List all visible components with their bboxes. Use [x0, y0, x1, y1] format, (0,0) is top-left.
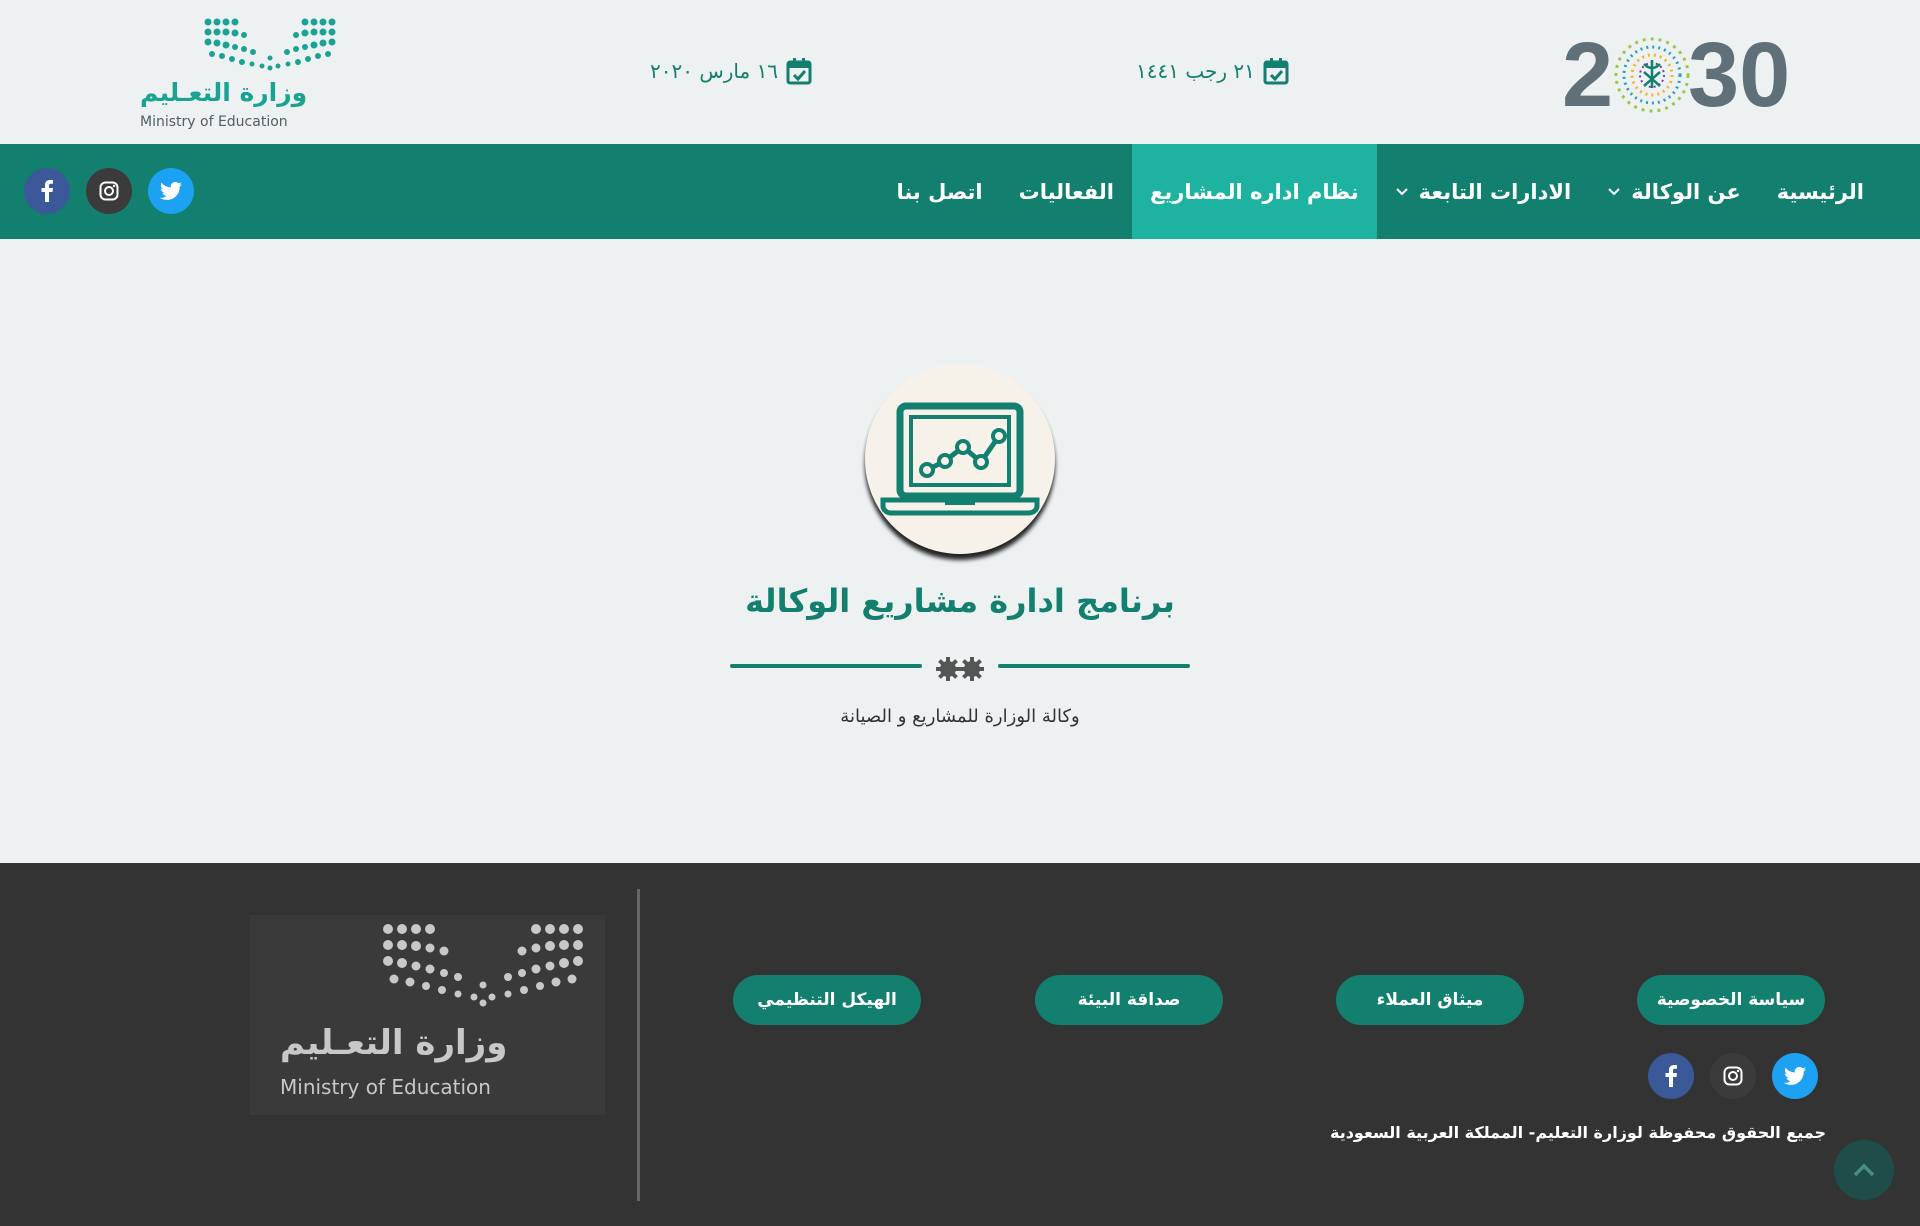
header-social-links [24, 168, 194, 214]
nav-item-events[interactable]: الفعاليات [1001, 144, 1132, 239]
nav-item-contact[interactable]: اتصل بنا [878, 144, 1000, 239]
hero-icon-circle [865, 364, 1055, 554]
twitter-icon [160, 182, 182, 200]
gregorian-date-text: ١٦ مارس ٢٠٢٠ [650, 59, 779, 83]
twitter-link[interactable] [148, 168, 194, 214]
facebook-icon [41, 180, 53, 202]
page-subtitle: وكالة الوزارة للمشاريع و الصيانة [840, 706, 1080, 727]
footer-logo-english: Ministry of Education [280, 1075, 491, 1099]
hijri-date-text: ٢١ رجب ١٤٤١ [1136, 59, 1255, 83]
environment-friendly-button[interactable]: صداقة البيئة [1035, 975, 1223, 1025]
org-structure-button[interactable]: الهيكل التنظيمي [733, 975, 921, 1025]
chevron-up-icon [1853, 1163, 1875, 1177]
customer-charter-button[interactable]: ميثاق العملاء [1336, 975, 1524, 1025]
nav-item-departments[interactable]: الادارات التابعة [1377, 144, 1590, 239]
instagram-link[interactable] [1710, 1053, 1756, 1099]
facebook-icon [1665, 1065, 1677, 1087]
vision-2030-logo[interactable]: 2 30 [1560, 24, 1800, 126]
footer-divider [637, 889, 640, 1201]
gears-icon [936, 657, 984, 681]
footer-social-links [1648, 1053, 1818, 1099]
nav-item-project-management[interactable]: نظام اداره المشاريع [1132, 144, 1377, 239]
main-navbar: الرئيسية عن الوكالة الادارات التابعة نظا… [0, 144, 1920, 239]
facebook-link[interactable] [1648, 1053, 1694, 1099]
nav-item-label: نظام اداره المشاريع [1150, 179, 1359, 204]
instagram-icon [99, 181, 119, 201]
ministry-of-education-logo[interactable]: وزارة التعـليم Ministry of Education [138, 16, 348, 134]
nav-item-label: عن الوكالة [1631, 179, 1741, 204]
instagram-icon [1723, 1066, 1743, 1086]
divider-line-left [730, 664, 922, 668]
calendar-check-icon [786, 58, 812, 85]
nav-item-home[interactable]: الرئيسية [1759, 144, 1882, 239]
laptop-chart-icon [880, 402, 1040, 516]
privacy-policy-button[interactable]: سياسة الخصوصية [1637, 975, 1825, 1025]
twitter-link[interactable] [1772, 1053, 1818, 1099]
dots-pattern-icon [204, 18, 336, 71]
nav-item-label: الادارات التابعة [1418, 179, 1572, 204]
nav-menu: الرئيسية عن الوكالة الادارات التابعة نظا… [878, 144, 1882, 239]
nav-item-about[interactable]: عن الوكالة [1589, 144, 1759, 239]
back-to-top-button[interactable] [1834, 1140, 1894, 1200]
site-footer: وزارة التعـليم Ministry of Education سيا… [0, 863, 1920, 1226]
hijri-date: ٢١ رجب ١٤٤١ [1136, 56, 1289, 86]
chevron-down-icon [1395, 187, 1408, 195]
svg-text:2: 2 [1562, 28, 1613, 123]
moe-logo-english: Ministry of Education [140, 114, 288, 130]
moe-logo-arabic: وزارة التعـليم [140, 78, 308, 107]
nav-item-label: الفعاليات [1018, 179, 1115, 204]
svg-text:30: 30 [1688, 28, 1790, 123]
footer-logo-arabic: وزارة التعـليم [280, 1023, 508, 1063]
footer-ministry-logo[interactable]: وزارة التعـليم Ministry of Education [250, 915, 605, 1115]
gregorian-date: ١٦ مارس ٢٠٢٠ [650, 56, 812, 86]
dots-pattern-icon [383, 924, 583, 1007]
calendar-check-icon [1263, 58, 1289, 85]
copyright-text: جميع الحقوق محفوظة لوزارة التعليم- الممل… [1330, 1123, 1826, 1142]
nav-item-label: الرئيسية [1776, 179, 1864, 204]
page-title: برنامج ادارة مشاريع الوكالة [745, 582, 1175, 620]
title-divider [730, 654, 1190, 686]
twitter-icon [1784, 1067, 1806, 1085]
instagram-link[interactable] [86, 168, 132, 214]
top-header: 2 30 ٢١ رجب ١٤٤١ ١٦ مارس ٢٠٢٠ وزارة التع… [0, 0, 1920, 144]
nav-item-label: اتصل بنا [896, 179, 983, 204]
chevron-down-icon [1608, 187, 1620, 195]
facebook-link[interactable] [24, 168, 70, 214]
divider-line-right [998, 664, 1190, 668]
